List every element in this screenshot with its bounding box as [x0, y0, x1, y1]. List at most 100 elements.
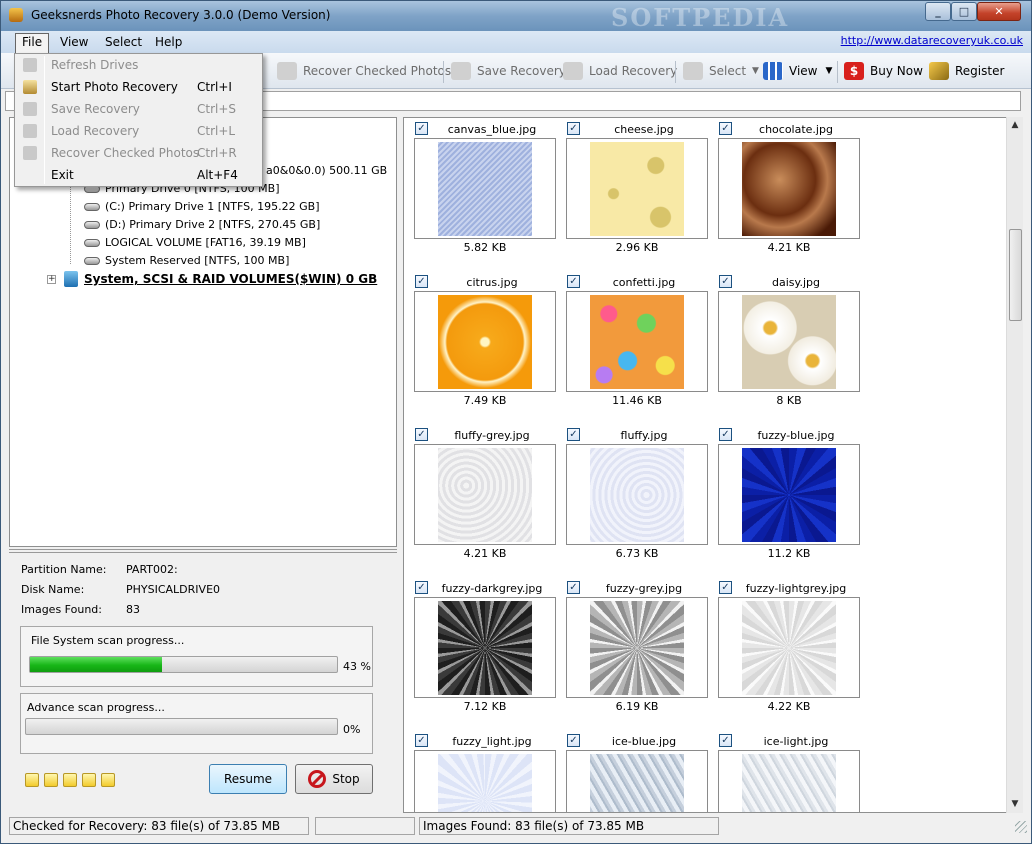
menu-item-refresh-drives[interactable]: Refresh Drives [15, 54, 262, 76]
photo-item[interactable]: ✓ fuzzy_light.jpg [414, 732, 556, 812]
photo-thumbnail-frame[interactable] [718, 444, 860, 545]
dollar-icon: $ [844, 62, 864, 80]
photo-checkbox[interactable]: ✓ [415, 122, 428, 135]
load-recovery-button[interactable]: Load Recovery [563, 60, 677, 82]
scan-info-panel: Partition Name: PART002: Disk Name: PHYS… [9, 557, 397, 812]
photo-checkbox[interactable]: ✓ [719, 734, 732, 747]
save-recovery-button[interactable]: Save Recovery [451, 60, 566, 82]
photo-thumbnail-frame[interactable] [566, 291, 708, 392]
menu-item-load-recovery[interactable]: Load Recovery Ctrl+L [15, 120, 262, 142]
recover-checked-button[interactable]: Recover Checked Photos [277, 60, 451, 82]
photo-filename: confetti.jpg [612, 276, 676, 289]
vertical-scrollbar[interactable]: ▲ ▼ [1006, 117, 1023, 813]
tree-item-system-reserved[interactable]: System Reserved [NTFS, 100 MB] [84, 254, 289, 267]
minimize-button[interactable]: _ [925, 2, 951, 21]
photo-thumbnail-frame[interactable] [566, 597, 708, 698]
photo-item[interactable]: ✓ fuzzy-lightgrey.jpg 4.22 KB [718, 579, 860, 727]
photo-item[interactable]: ✓ fluffy-grey.jpg 4.21 KB [414, 426, 556, 574]
photo-checkbox[interactable]: ✓ [719, 122, 732, 135]
photo-checkbox[interactable]: ✓ [415, 428, 428, 441]
photo-item[interactable]: ✓ canvas_blue.jpg 5.82 KB [414, 120, 556, 268]
tree-item-d-drive[interactable]: (D:) Primary Drive 2 [NTFS, 270.45 GB] [84, 218, 320, 231]
photo-item[interactable]: ✓ fluffy.jpg 6.73 KB [566, 426, 708, 574]
menu-select[interactable]: Select [99, 34, 148, 52]
status-bar: Checked for Recovery: 83 file(s) of 73.8… [1, 815, 1031, 843]
photo-thumbnail-frame[interactable] [718, 291, 860, 392]
photo-item[interactable]: ✓ daisy.jpg 8 KB [718, 273, 860, 421]
scroll-thumb[interactable] [1009, 229, 1022, 321]
tree-item-disk[interactable]: a0&0&0.0) 500.11 GB [266, 164, 387, 177]
close-button[interactable]: ✕ [977, 2, 1021, 21]
photo-thumbnail-frame[interactable] [566, 444, 708, 545]
app-icon [9, 8, 23, 22]
photo-checkbox[interactable]: ✓ [415, 275, 428, 288]
fs-scan-progress-fill [30, 657, 162, 672]
pane-splitter[interactable] [9, 549, 397, 553]
start-recovery-icon [23, 80, 37, 94]
photo-checkbox[interactable]: ✓ [719, 428, 732, 441]
photo-item[interactable]: ✓ confetti.jpg 11.46 KB [566, 273, 708, 421]
menu-item-exit[interactable]: Exit Alt+F4 [15, 164, 262, 186]
menu-item-label: Save Recovery [51, 102, 140, 116]
watermark: SOFTPEDIA [611, 3, 790, 32]
photo-thumbnail-frame[interactable] [718, 138, 860, 239]
view-dropdown-button[interactable]: View ▼ [763, 60, 832, 82]
photo-checkbox[interactable]: ✓ [415, 734, 428, 747]
photo-thumbnail-frame[interactable] [414, 444, 556, 545]
images-found-label: Images Found: [21, 603, 102, 616]
menu-view[interactable]: View [54, 34, 94, 52]
photo-item[interactable]: ✓ fuzzy-grey.jpg 6.19 KB [566, 579, 708, 727]
photo-thumbnail-frame[interactable] [414, 291, 556, 392]
menu-help[interactable]: Help [149, 34, 188, 52]
resize-grip[interactable] [1015, 821, 1027, 833]
photo-thumbnail-frame[interactable] [414, 138, 556, 239]
stop-button[interactable]: Stop [295, 764, 373, 794]
advance-scan-group: Advance scan progress... 0% [20, 693, 373, 754]
maximize-button[interactable]: □ [951, 2, 977, 21]
scroll-up-arrow[interactable]: ▲ [1007, 117, 1023, 134]
menu-file[interactable]: File [15, 33, 50, 54]
tree-item-c-drive[interactable]: (C:) Primary Drive 1 [NTFS, 195.22 GB] [84, 200, 319, 213]
photo-thumbnail-frame[interactable] [414, 597, 556, 698]
expand-toggle[interactable]: + [47, 275, 56, 284]
menu-item-recover-checked[interactable]: Recover Checked Photos Ctrl+R [15, 142, 262, 164]
tree-item-raid[interactable]: System, SCSI & RAID VOLUMES($WIN) 0 GB [64, 271, 377, 287]
photo-checkbox[interactable]: ✓ [567, 275, 580, 288]
photo-thumbnail-frame[interactable] [566, 750, 708, 812]
photo-checkbox[interactable]: ✓ [415, 581, 428, 594]
photo-thumbnail [742, 295, 836, 389]
photo-checkbox[interactable]: ✓ [719, 275, 732, 288]
menu-item-save-recovery[interactable]: Save Recovery Ctrl+S [15, 98, 262, 120]
photo-item[interactable]: ✓ fuzzy-blue.jpg 11.2 KB [718, 426, 860, 574]
photo-item[interactable]: ✓ ice-light.jpg [718, 732, 860, 812]
activity-indicator [25, 773, 115, 787]
photo-checkbox[interactable]: ✓ [567, 428, 580, 441]
photo-checkbox[interactable]: ✓ [567, 734, 580, 747]
tree-item-logical[interactable]: LOGICAL VOLUME [FAT16, 39.19 MB] [84, 236, 306, 249]
title-bar[interactable]: Geeksnerds Photo Recovery 3.0.0 (Demo Ve… [1, 1, 1031, 32]
photo-thumbnail-frame[interactable] [718, 597, 860, 698]
photo-item[interactable]: ✓ cheese.jpg 2.96 KB [566, 120, 708, 268]
photo-size: 2.96 KB [615, 241, 659, 254]
photo-checkbox[interactable]: ✓ [719, 581, 732, 594]
menu-item-shortcut: Ctrl+R [197, 146, 237, 160]
photo-thumbnail-frame[interactable] [566, 138, 708, 239]
photo-thumbnail-frame[interactable] [718, 750, 860, 812]
photo-checkbox[interactable]: ✓ [567, 581, 580, 594]
photo-size: 6.73 KB [615, 547, 659, 560]
website-link[interactable]: http://www.datarecoveryuk.co.uk [841, 34, 1023, 47]
buy-now-button[interactable]: $ Buy Now [844, 60, 923, 82]
register-button[interactable]: Register [929, 60, 1004, 82]
resume-button[interactable]: Resume [209, 764, 287, 794]
photo-checkbox[interactable]: ✓ [567, 122, 580, 135]
stop-icon [308, 770, 327, 788]
activity-square [63, 773, 77, 787]
select-dropdown-button[interactable]: Select ▼ [683, 60, 759, 82]
photo-thumbnail-frame[interactable] [414, 750, 556, 812]
photo-item[interactable]: ✓ ice-blue.jpg [566, 732, 708, 812]
photo-item[interactable]: ✓ fuzzy-darkgrey.jpg 7.12 KB [414, 579, 556, 727]
photo-item[interactable]: ✓ chocolate.jpg 4.21 KB [718, 120, 860, 268]
menu-item-start-photo-recovery[interactable]: Start Photo Recovery Ctrl+I [15, 76, 262, 98]
scroll-down-arrow[interactable]: ▼ [1007, 796, 1023, 813]
photo-item[interactable]: ✓ citrus.jpg 7.49 KB [414, 273, 556, 421]
